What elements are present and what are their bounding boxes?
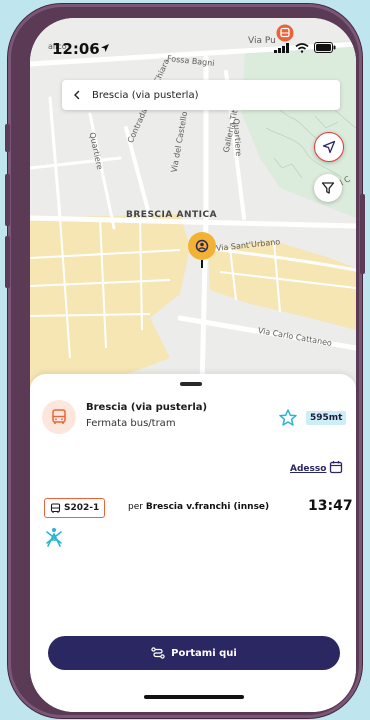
- sheet-drag-handle[interactable]: [180, 382, 202, 386]
- departure-time: 13:47: [308, 498, 353, 514]
- search-bar[interactable]: Brescia (via pusterla): [62, 80, 340, 110]
- line-number: S202-1: [64, 503, 100, 513]
- filter-funnel-icon: [321, 182, 335, 194]
- favorite-star-icon[interactable]: [278, 408, 298, 428]
- status-time: 12:06: [52, 40, 100, 58]
- area-label: BRESCIA ANTICA: [126, 210, 218, 220]
- bus-icon: [50, 502, 61, 513]
- destination: Brescia v.franchi (innse): [145, 502, 270, 512]
- line-badge[interactable]: S202-1: [44, 498, 106, 518]
- stop-type-badge: [42, 400, 76, 434]
- bus-icon: [52, 409, 66, 424]
- status-bar: 12:06: [30, 18, 356, 58]
- signal-icon: [274, 42, 289, 53]
- filter-button[interactable]: [314, 174, 342, 202]
- stop-type: Fermata bus/tram: [86, 418, 176, 429]
- phone-volume-up-button: [5, 174, 10, 226]
- stop-bottom-sheet: Brescia (via pusterla) Fermata bus/tram …: [30, 374, 356, 712]
- battery-icon: [314, 42, 336, 53]
- map-poi-bus-icon[interactable]: [276, 24, 294, 44]
- screen: alico Fossa Bagni Via Pu Quartiere Contr…: [30, 18, 356, 712]
- route-icon: [151, 647, 165, 659]
- accessibility-icon: [46, 528, 62, 547]
- phone-volume-down-button: [5, 236, 10, 288]
- map-view[interactable]: alico Fossa Bagni Via Pu Quartiere Contr…: [30, 18, 356, 388]
- locate-me-button[interactable]: [314, 132, 344, 162]
- map-base: [30, 40, 356, 388]
- take-me-there-button[interactable]: Portami qui: [48, 636, 340, 670]
- location-arrow-icon: [101, 44, 109, 52]
- search-query[interactable]: Brescia (via pusterla): [92, 90, 199, 101]
- take-me-there-label: Portami qui: [171, 647, 237, 659]
- home-indicator[interactable]: [144, 695, 244, 699]
- chevron-left-icon: [74, 90, 80, 100]
- phone-frame: alico Fossa Bagni Via Pu Quartiere Contr…: [5, 4, 365, 718]
- direction-prefix: per: [128, 502, 143, 512]
- departure-direction: per Brescia v.franchi (innse): [128, 502, 269, 512]
- calendar-icon[interactable]: [329, 460, 343, 474]
- selected-stop-pin-icon[interactable]: [186, 232, 218, 280]
- wifi-icon: [295, 42, 309, 53]
- phone-mute-button: [5, 124, 10, 152]
- navigation-arrow-icon: [322, 140, 336, 154]
- back-button[interactable]: [62, 80, 92, 110]
- distance-badge: 595mt: [306, 411, 347, 425]
- now-time-link[interactable]: Adesso: [290, 464, 326, 474]
- phone-side-button: [360, 194, 365, 274]
- stop-name: Brescia (via pusterla): [86, 402, 208, 413]
